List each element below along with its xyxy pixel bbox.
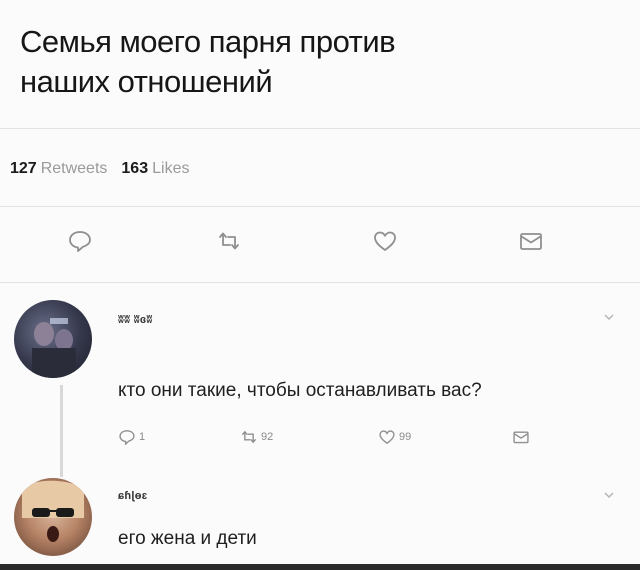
like-button[interactable] — [370, 226, 400, 256]
reply-count: 1 — [139, 431, 146, 443]
likes-label[interactable]: Likes — [152, 160, 189, 177]
likes-count[interactable]: 163 — [121, 160, 148, 177]
retweets-count[interactable]: 127 — [10, 160, 37, 177]
bottom-edge — [0, 564, 640, 570]
like-count-button[interactable]: 99 — [378, 428, 411, 446]
avatar[interactable] — [14, 300, 92, 378]
reply-count-button[interactable]: 1 — [118, 428, 145, 446]
like-icon — [379, 430, 395, 445]
divider — [0, 206, 640, 207]
username[interactable]: ɕɦɭɵɛ — [118, 490, 148, 502]
like-icon — [374, 231, 396, 251]
tweet-text-line-2: наших отношений — [20, 64, 273, 99]
retweet-icon — [219, 232, 239, 250]
retweets-label[interactable]: Retweets — [41, 160, 108, 177]
message-button[interactable] — [516, 226, 546, 256]
avatar-photo — [22, 480, 84, 542]
reply-text: кто они такие, чтобы останавливать вас? — [118, 380, 482, 401]
thread-line — [60, 385, 63, 477]
reply-button[interactable] — [65, 226, 95, 256]
avatar[interactable] — [14, 478, 92, 556]
tweet-stats: 127 Retweets 163 Likes — [10, 160, 189, 178]
tweet-text: Семья моего парня против наших отношений — [20, 22, 620, 102]
divider — [0, 282, 640, 283]
reply-text: его жена и дети — [118, 528, 257, 549]
message-icon — [513, 431, 529, 444]
retweet-count: 92 — [261, 431, 274, 443]
retweet-button[interactable] — [214, 226, 244, 256]
divider — [0, 128, 640, 129]
message-icon — [520, 233, 542, 250]
reply-icon — [119, 430, 135, 446]
chevron-down-icon[interactable] — [602, 310, 616, 324]
avatar-photo — [32, 318, 76, 378]
message-button[interactable] — [512, 428, 533, 446]
chevron-down-icon[interactable] — [602, 488, 616, 502]
reply-icon — [69, 231, 91, 252]
username[interactable]: ʬʬ ʬɞʬ — [118, 314, 153, 326]
retweet-icon — [242, 430, 256, 444]
tweet-text-line-1: Семья моего парня против — [20, 24, 396, 59]
retweet-count-button[interactable]: 92 — [240, 428, 273, 446]
like-count: 99 — [399, 431, 412, 443]
